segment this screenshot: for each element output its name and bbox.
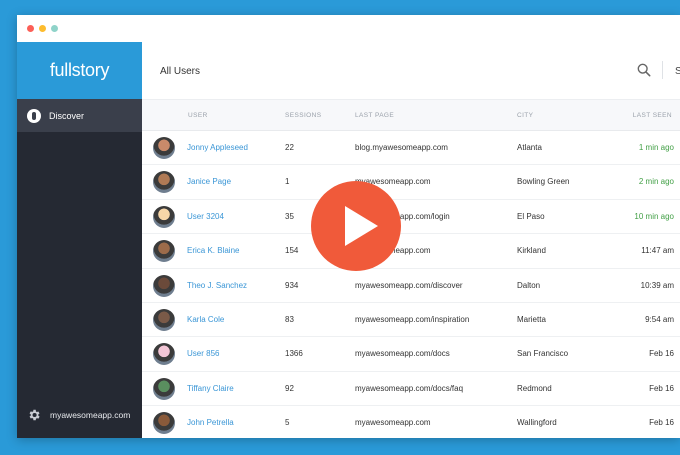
last-seen: 10:39 am bbox=[640, 280, 674, 290]
sessions-count: 5 bbox=[285, 418, 290, 428]
table-header: USER SESSIONS LAST PAGE CITY LAST SEEN bbox=[142, 100, 680, 131]
sessions-count: 934 bbox=[285, 280, 299, 290]
avatar bbox=[153, 171, 175, 194]
table-row[interactable]: Tiffany Claire 92 myawesomeapp.com/docs/… bbox=[142, 372, 680, 407]
avatar bbox=[153, 308, 175, 331]
top-bar: All Users S bbox=[142, 42, 680, 100]
last-seen: Feb 16 bbox=[649, 383, 674, 393]
page-title: All Users bbox=[160, 66, 201, 77]
logo: fullstory bbox=[49, 60, 110, 80]
last-seen: 2 min ago bbox=[638, 177, 674, 187]
table-row[interactable]: Karla Cole 83 myawesomeapp.com/inspirati… bbox=[142, 303, 680, 338]
city: Kirkland bbox=[517, 246, 546, 256]
city: San Francisco bbox=[517, 349, 569, 359]
zoom-window-button[interactable] bbox=[51, 25, 58, 32]
compass-icon bbox=[27, 108, 41, 123]
sessions-count: 1 bbox=[285, 177, 290, 187]
sidebar-item-discover[interactable]: Discover bbox=[17, 99, 142, 132]
truncated-label[interactable]: S bbox=[675, 66, 680, 77]
user-name-link[interactable]: Janice Page bbox=[187, 177, 231, 186]
column-header-city[interactable]: CITY bbox=[517, 112, 533, 119]
sessions-count: 35 bbox=[285, 211, 294, 221]
column-header-last-seen[interactable]: LAST SEEN bbox=[633, 112, 672, 119]
sessions-count: 1366 bbox=[285, 349, 303, 359]
table-row[interactable]: Erica K. Blaine 154 myawesomeapp.com Kir… bbox=[142, 234, 680, 269]
sessions-count: 154 bbox=[285, 246, 299, 256]
sessions-count: 92 bbox=[285, 383, 294, 393]
table-row[interactable]: Janice Page 1 myawesomeapp.com Bowling G… bbox=[142, 165, 680, 200]
close-window-button[interactable] bbox=[27, 25, 34, 32]
sessions-count: 22 bbox=[285, 143, 294, 152]
site-label: myawesomeapp.com bbox=[50, 410, 131, 420]
logo-area[interactable]: fullstory bbox=[17, 42, 142, 99]
last-page: myawesomeapp.com/docs/faq bbox=[355, 383, 464, 393]
last-seen: 11:47 am bbox=[641, 246, 674, 256]
last-page: myawesomeapp.com/docs bbox=[355, 349, 450, 359]
search-icon[interactable] bbox=[637, 63, 651, 77]
last-page: myawesomeapp.com/discover bbox=[355, 280, 463, 290]
toolbar-divider bbox=[662, 61, 663, 79]
avatar bbox=[153, 377, 175, 400]
city: Marietta bbox=[517, 314, 546, 324]
column-header-sessions[interactable]: SESSIONS bbox=[285, 112, 321, 119]
table-row[interactable]: Jonny Appleseed 22 blog.myawesomeapp.com… bbox=[142, 131, 680, 166]
table-row[interactable]: John Petrella 5 myawesomeapp.com Walling… bbox=[142, 406, 680, 438]
avatar bbox=[153, 205, 175, 228]
avatar bbox=[153, 343, 175, 366]
last-seen: 1 min ago bbox=[638, 143, 674, 152]
avatar bbox=[153, 412, 175, 435]
table-row[interactable]: Theo J. Sanchez 934 myawesomeapp.com/dis… bbox=[142, 269, 680, 303]
city: Wallingford bbox=[517, 418, 557, 428]
avatar bbox=[153, 274, 175, 297]
sessions-count: 83 bbox=[285, 314, 294, 324]
city: Atlanta bbox=[517, 143, 542, 152]
user-name-link[interactable]: Jonny Appleseed bbox=[187, 143, 248, 152]
main-panel: All Users S USER SESSIONS LAST PAGE CITY… bbox=[142, 42, 680, 438]
last-seen: Feb 16 bbox=[649, 349, 674, 359]
user-name-link[interactable]: User 3204 bbox=[187, 212, 224, 221]
column-header-last-page[interactable]: LAST PAGE bbox=[355, 112, 394, 119]
play-icon bbox=[345, 206, 378, 246]
user-table: Jonny Appleseed 22 blog.myawesomeapp.com… bbox=[142, 131, 680, 438]
play-button[interactable] bbox=[311, 181, 401, 271]
table-row[interactable]: User 856 1366 myawesomeapp.com/docs San … bbox=[142, 337, 680, 372]
avatar bbox=[153, 240, 175, 263]
last-page: myawesomeapp.com bbox=[355, 418, 431, 428]
avatar bbox=[153, 137, 175, 159]
city: Redmond bbox=[517, 383, 552, 393]
user-name-link[interactable]: John Petrella bbox=[187, 418, 234, 427]
sidebar-item-label: Discover bbox=[49, 110, 85, 121]
minimize-window-button[interactable] bbox=[39, 25, 46, 32]
user-name-link[interactable]: Karla Cole bbox=[187, 315, 224, 324]
column-header-user[interactable]: USER bbox=[188, 112, 208, 119]
city: Bowling Green bbox=[517, 177, 570, 187]
last-seen: Feb 16 bbox=[649, 418, 674, 428]
user-name-link[interactable]: Erica K. Blaine bbox=[187, 246, 239, 255]
last-page: blog.myawesomeapp.com bbox=[355, 143, 448, 152]
last-seen: 10 min ago bbox=[634, 211, 674, 221]
city: El Paso bbox=[517, 211, 545, 221]
last-page: myawesomeapp.com/inspiration bbox=[355, 314, 470, 324]
site-selector[interactable]: myawesomeapp.com bbox=[27, 408, 130, 422]
user-name-link[interactable]: Theo J. Sanchez bbox=[187, 281, 247, 290]
sidebar: fullstory Discover myawesomeapp.com bbox=[17, 42, 142, 438]
city: Dalton bbox=[517, 280, 541, 290]
user-name-link[interactable]: User 856 bbox=[187, 349, 219, 358]
title-bar bbox=[17, 15, 680, 42]
last-seen: 9:54 am bbox=[645, 314, 674, 324]
table-row[interactable]: User 3204 35 myawesomeapp.com/login El P… bbox=[142, 200, 680, 235]
gear-icon bbox=[29, 409, 40, 421]
user-name-link[interactable]: Tiffany Claire bbox=[187, 384, 234, 393]
